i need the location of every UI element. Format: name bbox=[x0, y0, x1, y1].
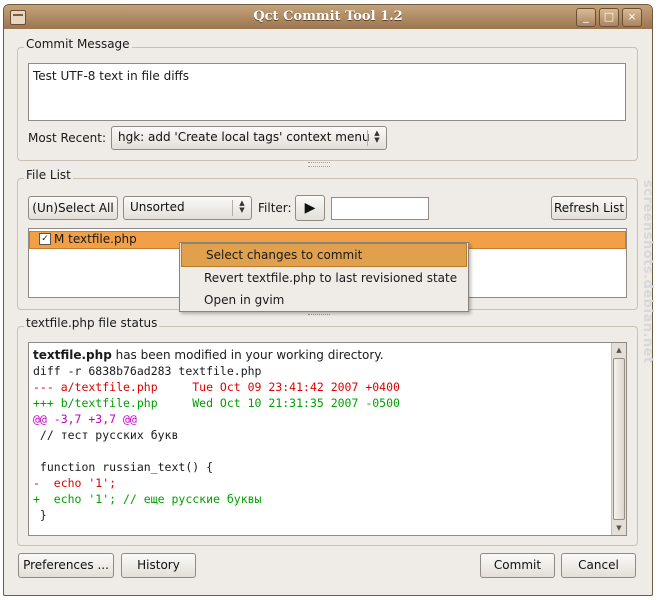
scroll-thumb[interactable] bbox=[613, 358, 625, 520]
file-label: M textfile.php bbox=[54, 232, 137, 246]
minimize-button[interactable]: _ bbox=[576, 8, 596, 27]
diff-header-filename: textfile.php bbox=[33, 348, 112, 362]
pane-grip-top[interactable] bbox=[308, 162, 330, 167]
diff-line: +++ b/textfile.php Wed Oct 10 21:31:35 2… bbox=[33, 396, 400, 410]
diff-line: + echo '1'; // еще русские буквы bbox=[33, 492, 262, 506]
diff-line: } bbox=[33, 508, 47, 522]
diff-line: // тест русских букв bbox=[33, 428, 179, 442]
filter-input[interactable] bbox=[331, 197, 429, 220]
sort-value: Unsorted bbox=[130, 200, 185, 214]
scroll-down-icon[interactable]: ▼ bbox=[612, 521, 626, 535]
menu-item-revert[interactable]: Revert textfile.php to last revisioned s… bbox=[180, 267, 468, 289]
diff-line: - echo '1'; bbox=[33, 476, 117, 490]
diff-line bbox=[33, 443, 400, 459]
commit-button[interactable]: Commit bbox=[480, 553, 555, 578]
play-icon: ▶ bbox=[304, 200, 316, 216]
combo-arrows-icon: ▲ ▼ bbox=[374, 129, 380, 144]
preferences-button[interactable]: Preferences ... bbox=[18, 553, 114, 578]
history-button[interactable]: History bbox=[121, 553, 196, 578]
most-recent-value: hgk: add 'Create local tags' context men… bbox=[118, 130, 370, 144]
refresh-list-button[interactable]: Refresh List bbox=[551, 196, 627, 220]
diff-line: --- a/textfile.php Tue Oct 09 23:41:42 2… bbox=[33, 380, 400, 394]
diff-view[interactable]: textfile.php has been modified in your w… bbox=[28, 342, 627, 536]
filter-label: Filter: bbox=[258, 201, 292, 215]
title-bar: Qct Commit Tool 1.2 _ □ × bbox=[4, 5, 652, 29]
file-list-label: File List bbox=[24, 168, 73, 182]
menu-item-select-changes[interactable]: Select changes to commit bbox=[181, 243, 467, 267]
commit-message-input[interactable]: Test UTF-8 text in file diffs bbox=[28, 63, 626, 121]
select-all-button[interactable]: (Un)Select All bbox=[28, 196, 118, 220]
filter-apply-button[interactable]: ▶ bbox=[295, 195, 325, 221]
diff-header: textfile.php has been modified in your w… bbox=[33, 347, 384, 363]
context-menu: Select changes to commit Revert textfile… bbox=[179, 242, 469, 312]
window-title: Qct Commit Tool 1.2 bbox=[253, 9, 403, 24]
watermark-text: screenshots.debian.net bbox=[640, 180, 655, 364]
file-status-label: textfile.php file status bbox=[24, 316, 160, 330]
menu-item-open-gvim[interactable]: Open in gvim bbox=[180, 289, 468, 311]
commit-message-label: Commit Message bbox=[24, 37, 132, 51]
sort-select[interactable]: Unsorted ▲ ▼ bbox=[123, 196, 252, 220]
combo-arrows-icon: ▲ ▼ bbox=[239, 199, 245, 214]
app-window: Qct Commit Tool 1.2 _ □ × Commit Message… bbox=[3, 4, 653, 596]
commit-message-text: Test UTF-8 text in file diffs bbox=[33, 69, 190, 83]
maximize-button[interactable]: □ bbox=[599, 8, 619, 27]
diff-line: diff -r 6838b76ad283 textfile.php bbox=[33, 364, 262, 378]
diff-header-text: has been modified in your working direct… bbox=[111, 348, 384, 362]
close-button[interactable]: × bbox=[622, 8, 642, 27]
most-recent-label: Most Recent: bbox=[28, 131, 106, 145]
file-checkbox[interactable]: ✓ bbox=[39, 233, 51, 245]
diff-line: @@ -3,7 +3,7 @@ bbox=[33, 412, 137, 426]
cancel-button[interactable]: Cancel bbox=[561, 553, 636, 578]
diff-scrollbar[interactable]: ▲ ▼ bbox=[611, 343, 626, 535]
diff-lines: diff -r 6838b76ad283 textfile.php --- a/t… bbox=[33, 363, 400, 523]
most-recent-select[interactable]: hgk: add 'Create local tags' context men… bbox=[111, 126, 387, 150]
diff-line: function russian_text() { bbox=[33, 460, 214, 474]
scroll-up-icon[interactable]: ▲ bbox=[612, 343, 626, 357]
